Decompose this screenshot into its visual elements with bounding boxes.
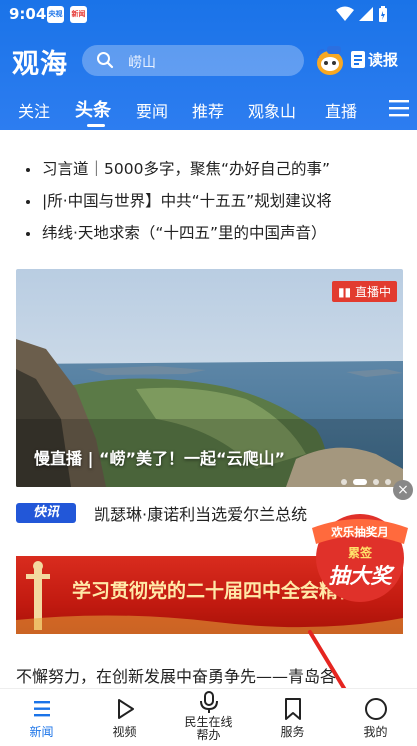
status-bar: 9:04 央视 新闻 bbox=[0, 0, 417, 30]
tab-important-news[interactable]: 要闻 bbox=[136, 98, 168, 122]
read-newspaper-button[interactable]: 读报 bbox=[368, 49, 398, 70]
carousel-dot bbox=[385, 479, 391, 485]
bottom-navigation: 新闻 视频 民生在线帮办 服务 我的 bbox=[0, 688, 417, 746]
promo-line-2: 累签 bbox=[347, 546, 372, 560]
live-signal-icon: ▮▮ bbox=[337, 285, 352, 299]
live-badge-label: 直播中 bbox=[354, 285, 391, 299]
nav-label: 民生在线帮办 bbox=[184, 715, 233, 742]
nav-news[interactable]: 新闻 bbox=[0, 689, 83, 746]
nav-label: 视频 bbox=[112, 725, 137, 739]
notification-app-icon: 央视 bbox=[47, 6, 64, 23]
news-title: 纬线·天地求索（“十四五”里的中国声音） bbox=[42, 224, 327, 242]
signal-icon bbox=[359, 7, 373, 21]
news-list-icon bbox=[34, 701, 50, 717]
top-news-list: 习言道｜5000多字，聚焦“办好自己的事” |所·中国与世界】中共“十五五”规划… bbox=[16, 148, 401, 248]
live-badge: ▮▮ 直播中 bbox=[331, 281, 397, 302]
carousel-indicator bbox=[341, 470, 397, 487]
microphone-icon bbox=[200, 691, 218, 713]
promo-line-3: 抽大奖 bbox=[328, 564, 392, 588]
close-icon[interactable]: × bbox=[393, 480, 413, 500]
play-icon bbox=[118, 699, 134, 719]
nav-video[interactable]: 视频 bbox=[83, 689, 166, 746]
search-icon bbox=[97, 52, 114, 69]
app-logo: 观海 bbox=[12, 49, 68, 80]
bullet-icon bbox=[26, 199, 30, 204]
flash-news-text: 凯瑟琳·康诺利当选爱尔兰总统 bbox=[94, 505, 308, 524]
nav-label: 服务 bbox=[280, 725, 305, 739]
search-placeholder: 崂山 bbox=[128, 55, 156, 71]
lottery-promo-widget[interactable]: 欢乐抽奖月 累签 抽大奖 bbox=[304, 506, 412, 602]
battery-icon bbox=[379, 6, 387, 22]
flash-news-tag: 快讯 bbox=[16, 503, 76, 523]
nav-label: 新闻 bbox=[29, 725, 54, 739]
nav-civic-help[interactable]: 民生在线帮办 bbox=[167, 689, 250, 746]
nav-label: 我的 bbox=[363, 725, 388, 739]
live-stream-card[interactable]: ▮▮ 直播中 慢直播 | “崂”美了！一起“云爬山” bbox=[16, 269, 403, 487]
nav-profile[interactable]: 我的 bbox=[334, 689, 417, 746]
newspaper-icon[interactable] bbox=[350, 50, 366, 69]
news-title: |所·中国与世界】中共“十五五”规划建议将 bbox=[42, 192, 332, 210]
nav-service[interactable]: 服务 bbox=[251, 689, 334, 746]
bullet-icon bbox=[26, 231, 30, 236]
tab-follow[interactable]: 关注 bbox=[18, 98, 50, 122]
list-item[interactable]: |所·中国与世界】中共“十五五”规划建议将 bbox=[26, 189, 401, 211]
list-item[interactable]: 习言道｜5000多字，聚焦“办好自己的事” bbox=[26, 157, 401, 179]
list-item[interactable]: 纬线·天地求索（“十四五”里的中国声音） bbox=[26, 221, 401, 243]
notification-app-icon: 新闻 bbox=[70, 6, 87, 23]
bookmark-icon bbox=[285, 698, 301, 720]
tab-recommend[interactable]: 推荐 bbox=[192, 98, 224, 122]
carousel-dot bbox=[373, 479, 379, 485]
search-bar[interactable]: 崂山 bbox=[82, 45, 304, 76]
ai-assistant-mascot-icon[interactable] bbox=[314, 44, 346, 78]
live-card-title: 慢直播 | “崂”美了！一起“云爬山” bbox=[34, 449, 286, 468]
tab-live[interactable]: 直播 bbox=[325, 98, 357, 122]
carousel-dot-active bbox=[353, 479, 367, 485]
news-title: 习言道｜5000多字，聚焦“办好自己的事” bbox=[42, 160, 331, 178]
carousel-dot bbox=[341, 479, 347, 485]
tab-headlines[interactable]: 头条 bbox=[75, 96, 111, 122]
promo-line-1: 欢乐抽奖月 bbox=[331, 525, 389, 539]
menu-icon[interactable] bbox=[389, 99, 409, 117]
wifi-icon bbox=[336, 6, 354, 21]
channel-tabs: 关注 头条 要闻 推荐 观象山 直播 bbox=[0, 92, 417, 128]
active-tab-indicator bbox=[87, 124, 105, 127]
profile-circle-icon bbox=[365, 698, 387, 720]
tab-guanxiangshan[interactable]: 观象山 bbox=[248, 98, 296, 122]
flash-tag-label: 快讯 bbox=[32, 505, 59, 520]
bullet-icon bbox=[26, 167, 30, 172]
status-time: 9:04 bbox=[9, 5, 47, 23]
